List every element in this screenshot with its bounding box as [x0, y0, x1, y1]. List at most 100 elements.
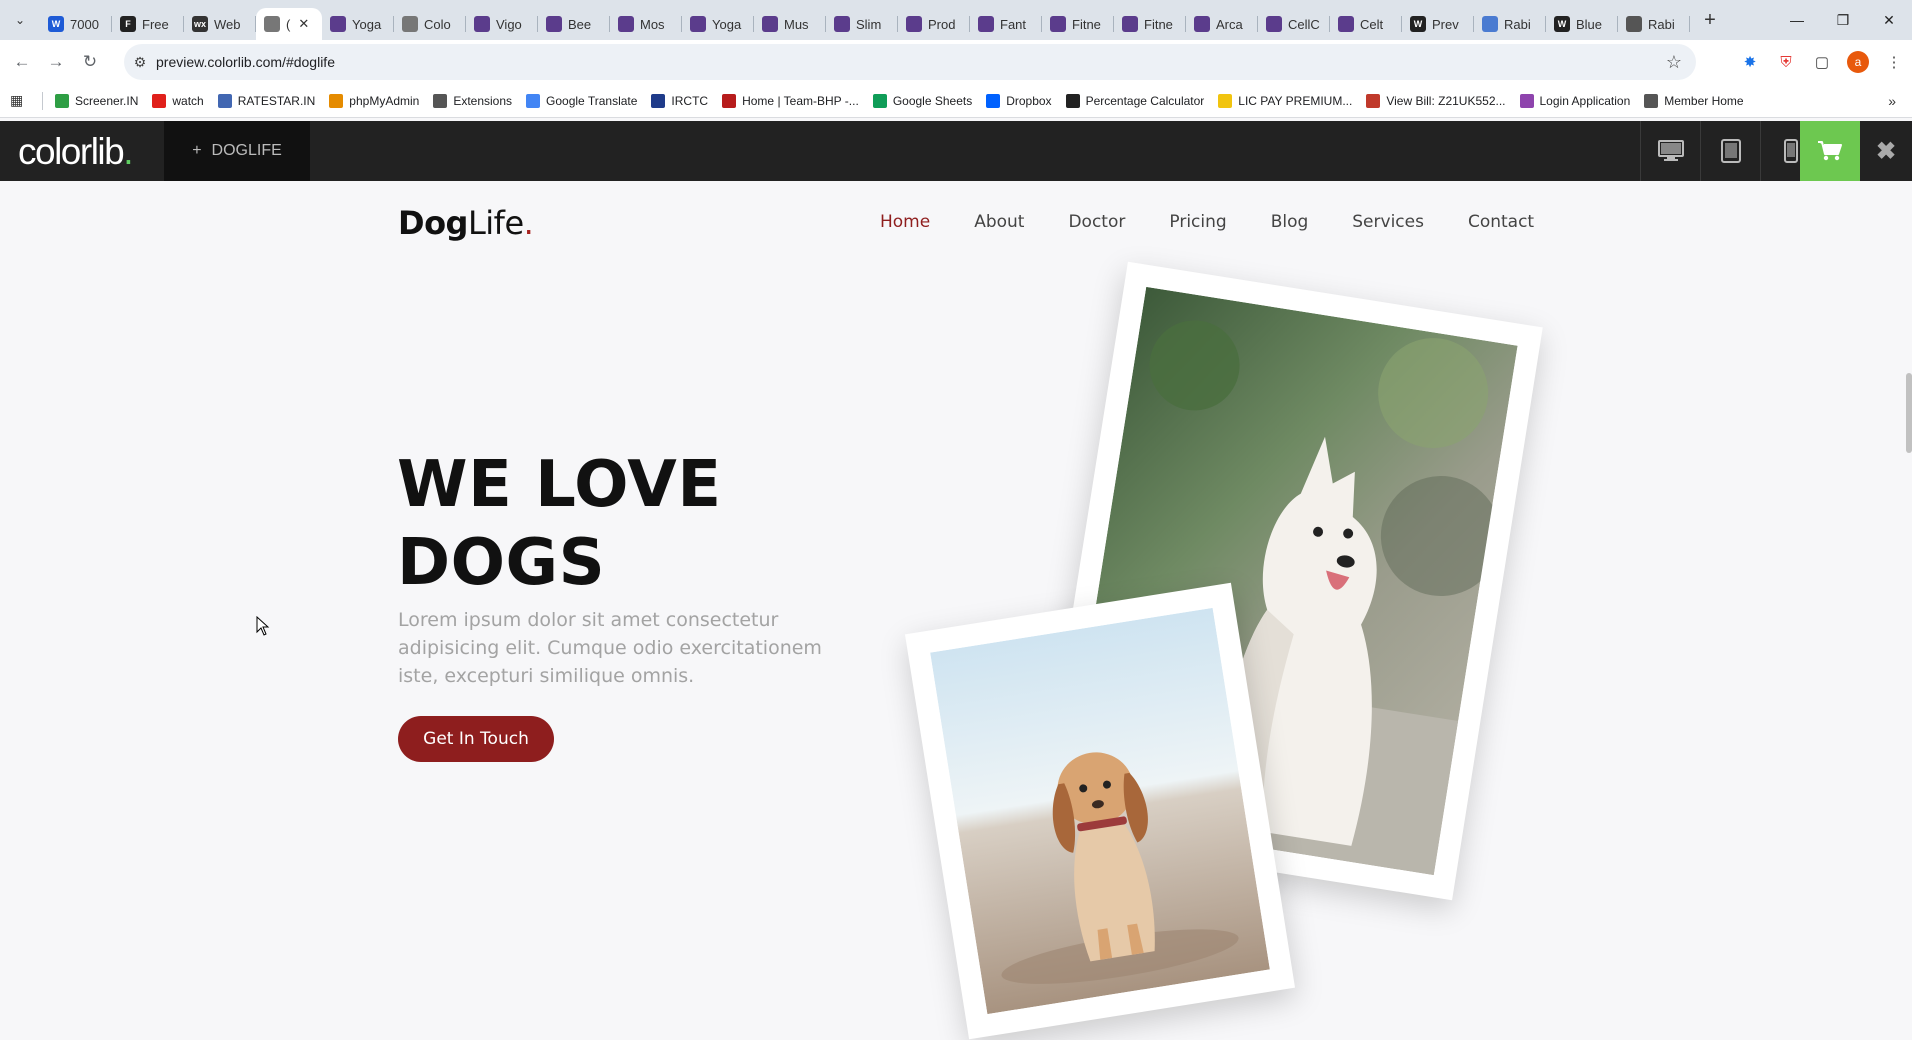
desktop-view-icon[interactable]	[1640, 121, 1700, 181]
nav-link-about[interactable]: About	[974, 212, 1024, 232]
tab-label: (	[286, 16, 291, 32]
browser-tab[interactable]: Fitne	[1042, 8, 1114, 40]
browser-tab[interactable]: W Prev	[1402, 8, 1474, 40]
tab-favicon-icon	[762, 16, 778, 32]
bookmark-label: Member Home	[1664, 93, 1744, 108]
tab-label: Yoga	[712, 16, 742, 32]
cart-icon[interactable]	[1800, 121, 1860, 181]
tab-label: Yoga	[352, 16, 382, 32]
bookmark-item[interactable]: Login Application	[1519, 93, 1630, 108]
nav-link-blog[interactable]: Blog	[1271, 212, 1309, 232]
window-controls: — ❐ ✕	[1774, 0, 1912, 40]
bookmarks-overflow-icon[interactable]: »	[1888, 93, 1896, 109]
tab-label: 7000	[70, 16, 99, 32]
bookmark-item[interactable]: Google Sheets	[872, 93, 972, 108]
menu-kebab-icon[interactable]: ⋮	[1876, 44, 1912, 80]
close-window-icon[interactable]: ✕	[1866, 0, 1912, 40]
bookmark-favicon-icon	[329, 93, 344, 108]
bookmark-item[interactable]: Member Home	[1644, 93, 1744, 108]
bookmark-item[interactable]: Home | Team-BHP -...	[722, 93, 859, 108]
tab-favicon-icon	[1122, 16, 1138, 32]
colorlib-logo[interactable]: colorlib.	[18, 131, 133, 173]
browser-tab[interactable]: Fant	[970, 8, 1042, 40]
tab-label: Mus	[784, 16, 809, 32]
bookmark-item[interactable]: watch	[152, 93, 204, 108]
bookmark-item[interactable]: IRCTC	[651, 93, 708, 108]
back-icon[interactable]: ←	[5, 45, 39, 79]
nav-link-doctor[interactable]: Doctor	[1068, 212, 1125, 232]
browser-tab[interactable]: wx Web	[184, 8, 256, 40]
get-in-touch-button[interactable]: Get In Touch	[398, 716, 554, 762]
close-preview-icon[interactable]: ✖	[1860, 121, 1912, 181]
reload-icon[interactable]: ↻	[73, 45, 107, 79]
page-scrollbar[interactable]	[1906, 373, 1912, 453]
tab-close-icon[interactable]: ✕	[298, 16, 309, 32]
bookmark-item[interactable]: Dropbox	[986, 93, 1052, 108]
browser-tab[interactable]: Vigo	[466, 8, 538, 40]
browser-tab[interactable]: Fitne	[1114, 8, 1186, 40]
browser-tab[interactable]: F Free	[112, 8, 184, 40]
new-tab-button[interactable]: +	[1694, 4, 1726, 36]
site-brand[interactable]: DogLife.	[398, 204, 534, 242]
browser-tab[interactable]: Bee	[538, 8, 610, 40]
extensions-puzzle-icon[interactable]: ▢	[1804, 44, 1840, 80]
bookmark-item[interactable]: Google Translate	[526, 93, 637, 108]
bookmark-item[interactable]: LIC PAY PREMIUM...	[1218, 93, 1352, 108]
tab-label: Celt	[1360, 16, 1384, 32]
tab-label: Colo	[424, 16, 451, 32]
nav-link-contact[interactable]: Contact	[1468, 212, 1534, 232]
colorlib-logo-dot: .	[123, 131, 133, 172]
apps-grid-icon[interactable]: ▦	[10, 92, 30, 109]
nav-link-pricing[interactable]: Pricing	[1169, 212, 1226, 232]
browser-tab[interactable]: Prod	[898, 8, 970, 40]
site-info-icon[interactable]: ⚙	[124, 54, 156, 71]
bookmark-item[interactable]: Screener.IN	[55, 93, 138, 108]
extension-shield-icon[interactable]: ⛨	[1768, 44, 1804, 80]
extension-globe-icon[interactable]: ✸	[1732, 44, 1768, 80]
url-text[interactable]: preview.colorlib.com/#doglife	[156, 54, 335, 70]
extensions-area: ✸ ⛨ ▢ a ⋮	[1732, 40, 1912, 84]
browser-tab[interactable]: CellC	[1258, 8, 1330, 40]
browser-tab[interactable]: Mus	[754, 8, 826, 40]
tab-label: Prev	[1432, 16, 1459, 32]
browser-tab[interactable]: W 7000	[40, 8, 112, 40]
nav-link-services[interactable]: Services	[1352, 212, 1424, 232]
restore-icon[interactable]: ❐	[1820, 0, 1866, 40]
browser-tab[interactable]: (✕	[256, 8, 322, 40]
tab-search-icon[interactable]: ⌄	[0, 0, 40, 40]
browser-toolbar: ← → ↻ ⚙ preview.colorlib.com/#doglife ☆ …	[0, 40, 1912, 84]
tab-label: CellC	[1288, 16, 1320, 32]
minimize-icon[interactable]: —	[1774, 0, 1820, 40]
bookmark-star-icon[interactable]: ☆	[1666, 52, 1682, 73]
brand-dot: .	[523, 204, 534, 242]
bookmark-item[interactable]: View Bill: Z21UK552...	[1366, 93, 1506, 108]
browser-tab[interactable]: Rabi	[1618, 8, 1690, 40]
tablet-view-icon[interactable]	[1700, 121, 1760, 181]
theme-selector[interactable]: + DOGLIFE	[164, 121, 310, 181]
tab-label: Web	[214, 16, 241, 32]
bookmark-item[interactable]: phpMyAdmin	[329, 93, 419, 108]
browser-tab[interactable]: Mos	[610, 8, 682, 40]
bookmark-favicon-icon	[1065, 93, 1080, 108]
tab-label: Blue	[1576, 16, 1603, 32]
profile-avatar[interactable]: a	[1840, 44, 1876, 80]
bookmark-label: Extensions	[453, 93, 513, 108]
bookmark-item[interactable]: Percentage Calculator	[1065, 93, 1204, 108]
forward-icon[interactable]: →	[39, 45, 73, 79]
browser-tab[interactable]: Yoga	[682, 8, 754, 40]
browser-tab[interactable]: Arca	[1186, 8, 1258, 40]
bookmark-favicon-icon	[872, 93, 887, 108]
address-bar[interactable]: ⚙ preview.colorlib.com/#doglife ☆	[124, 44, 1696, 80]
browser-tab[interactable]: Celt	[1330, 8, 1402, 40]
bookmark-item[interactable]: RATESTAR.IN	[217, 93, 315, 108]
browser-tab[interactable]: W Blue	[1546, 8, 1618, 40]
browser-tab[interactable]: Colo	[394, 8, 466, 40]
mouse-cursor-icon	[256, 616, 270, 636]
tab-label: Fant	[1000, 16, 1027, 32]
browser-tab[interactable]: Rabi	[1474, 8, 1546, 40]
browser-tab[interactable]: Yoga	[322, 8, 394, 40]
nav-link-home[interactable]: Home	[880, 212, 930, 232]
bookmarks-divider	[42, 91, 43, 110]
bookmark-item[interactable]: Extensions	[433, 93, 513, 108]
browser-tab[interactable]: Slim	[826, 8, 898, 40]
